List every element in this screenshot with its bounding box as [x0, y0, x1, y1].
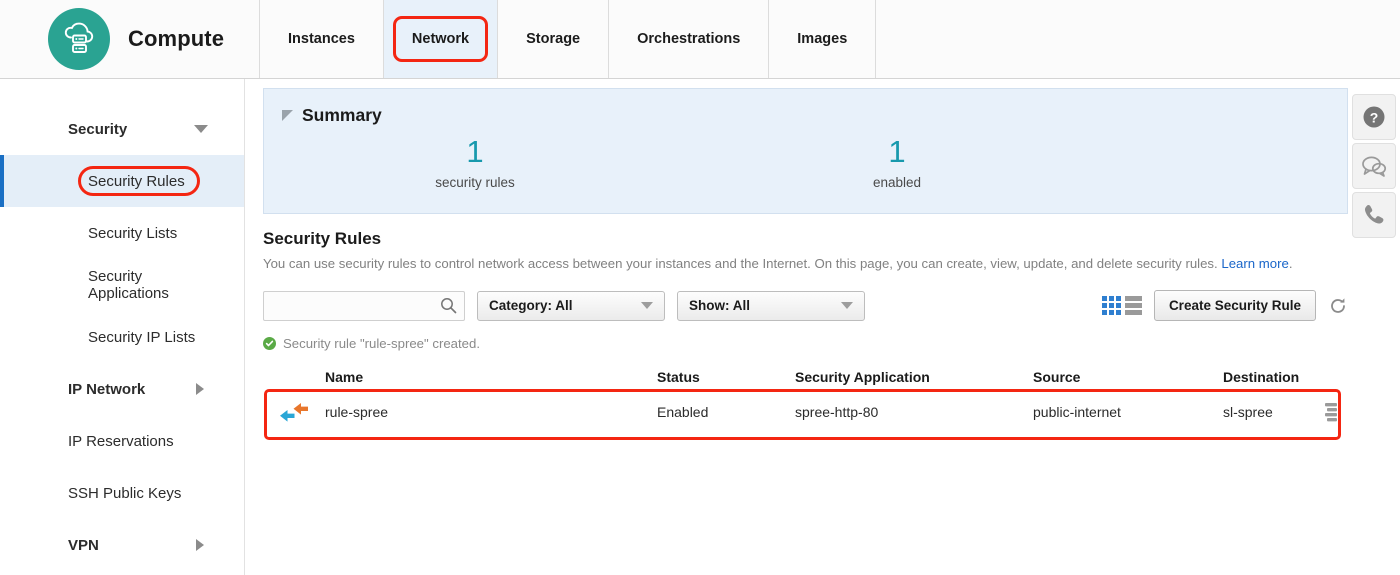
show-filter-dropdown[interactable]: Show: All — [677, 290, 865, 321]
chat-bubble-icon[interactable] — [1352, 143, 1396, 189]
sidebar-item-label: IP Network — [68, 380, 146, 398]
search-input[interactable] — [263, 290, 465, 321]
chevron-down-icon — [641, 302, 653, 310]
chevron-right-icon — [196, 383, 204, 395]
refresh-icon[interactable] — [1328, 296, 1348, 316]
search-box — [263, 290, 465, 321]
column-header-security-application: Security Application — [795, 369, 930, 386]
success-check-icon — [263, 337, 276, 351]
cell-source: public-internet — [1033, 404, 1121, 421]
summary-stats: 1 security rules 1 enabled — [264, 134, 1347, 190]
column-header-status: Status — [657, 369, 700, 386]
section-description-text: You can use security rules to control ne… — [263, 256, 1222, 271]
security-rules-table: Name Status Security Application Source … — [263, 363, 1348, 441]
table-header-row: Name Status Security Application Source … — [263, 363, 1348, 391]
stat-value: 1 — [888, 134, 906, 169]
create-security-rule-label: Create Security Rule — [1168, 298, 1301, 314]
cell-security-application: spree-http-80 — [795, 404, 879, 421]
main-tabs: Instances Network Storage Orchestrations… — [260, 0, 877, 78]
sidebar-item-label: Security Rules — [88, 172, 185, 190]
stat-value: 1 — [466, 134, 484, 169]
sidebar-item-vpn[interactable]: VPN — [0, 519, 244, 571]
cell-destination: sl-spree — [1223, 404, 1273, 421]
summary-panel: Summary 1 security rules 1 enabled — [263, 88, 1348, 214]
help-question-icon[interactable]: ? — [1352, 94, 1396, 140]
column-header-source: Source — [1033, 369, 1081, 386]
section-title: Security Rules — [263, 229, 382, 248]
help-rail: ? — [1352, 94, 1396, 238]
status-notification: Security rule "rule-spree" created. — [263, 336, 1400, 351]
learn-more-link[interactable]: Learn more — [1221, 256, 1288, 271]
tab-instances[interactable]: Instances — [260, 0, 384, 78]
chevron-down-icon — [194, 125, 208, 133]
stat-label: enabled — [872, 174, 922, 190]
tab-storage[interactable]: Storage — [498, 0, 610, 78]
category-filter-label: Category: All — [489, 298, 573, 314]
toolbar-right: Create Security Rule — [1101, 290, 1348, 322]
stat-label: security rules — [435, 174, 515, 190]
tab-label: Orchestrations — [637, 31, 741, 47]
stat-security-rules: 1 security rules — [264, 134, 686, 190]
category-filter-dropdown[interactable]: Category: All — [477, 290, 665, 321]
page-title: Compute — [128, 26, 225, 51]
tab-label: Storage — [526, 31, 581, 47]
column-header-destination: Destination — [1223, 369, 1300, 386]
phone-icon[interactable] — [1352, 192, 1396, 238]
cloud-server-icon — [48, 8, 110, 70]
top-bar: Compute Instances Network Storage Orches… — [0, 0, 1400, 79]
cell-status: Enabled — [657, 404, 709, 421]
chevron-down-icon — [841, 302, 853, 310]
sidebar-item-security-lists[interactable]: Security Lists — [0, 207, 244, 259]
section-description: You can use security rules to control ne… — [263, 254, 1338, 274]
sidebar-item-ssh-public-keys[interactable]: SSH Public Keys — [0, 467, 244, 519]
sidebar-item-label: VPN — [68, 536, 99, 554]
bidirectional-arrows-icon — [263, 397, 325, 427]
sidebar-item-label: Security — [68, 120, 128, 138]
sidebar-item-security-ip-lists[interactable]: Security IP Lists — [0, 311, 244, 363]
status-notification-text: Security rule "rule-spree" created. — [283, 336, 481, 352]
sidebar-item-label: Security Applications — [88, 268, 169, 302]
tab-label: Instances — [288, 31, 355, 47]
brand: Compute — [0, 0, 260, 78]
sidebar-item-label: IP Reservations — [68, 432, 174, 450]
sidebar-item-ip-network[interactable]: IP Network — [0, 363, 244, 415]
cell-name: rule-spree — [325, 404, 389, 421]
chevron-right-icon — [196, 539, 204, 551]
sidebar-item-label: Security Lists — [88, 224, 178, 242]
summary-title: Summary — [302, 105, 382, 125]
sidebar-item-ip-reservations[interactable]: IP Reservations — [0, 415, 244, 467]
tab-network[interactable]: Network — [383, 0, 499, 78]
sidebar-item-security[interactable]: Security — [0, 103, 244, 155]
grid-list-view-icon[interactable] — [1101, 296, 1142, 316]
tab-label: Images — [797, 31, 848, 47]
svg-text:?: ? — [1370, 109, 1379, 125]
row-menu-icon[interactable] — [1313, 402, 1348, 422]
show-filter-label: Show: All — [689, 298, 750, 314]
tab-label: Network — [411, 31, 470, 47]
section-description-tail: . — [1288, 256, 1293, 271]
tab-orchestrations[interactable]: Orchestrations — [609, 0, 770, 78]
tab-images[interactable]: Images — [769, 0, 877, 78]
table-row[interactable]: rule-spree Enabled spree-http-80 public-… — [263, 391, 1348, 433]
list-toolbar: Category: All Show: All Create Security … — [263, 290, 1348, 322]
sidebar-item-label: SSH Public Keys — [68, 484, 182, 502]
main-content: Summary 1 security rules 1 enabled Secur… — [246, 79, 1400, 575]
create-security-rule-button[interactable]: Create Security Rule — [1153, 290, 1316, 322]
sidebar-item-security-rules[interactable]: Security Rules — [0, 155, 244, 207]
sidebar-item-security-applications[interactable]: Security Applications — [0, 259, 244, 311]
column-header-name: Name — [325, 369, 364, 386]
sidebar-item-label: Security IP Lists — [88, 328, 196, 346]
stat-enabled: 1 enabled — [686, 134, 1108, 190]
triangle-collapse-icon[interactable] — [282, 110, 293, 121]
sidebar: Security Security Rules Security Lists S… — [0, 79, 245, 575]
summary-header[interactable]: Summary — [264, 89, 1347, 126]
